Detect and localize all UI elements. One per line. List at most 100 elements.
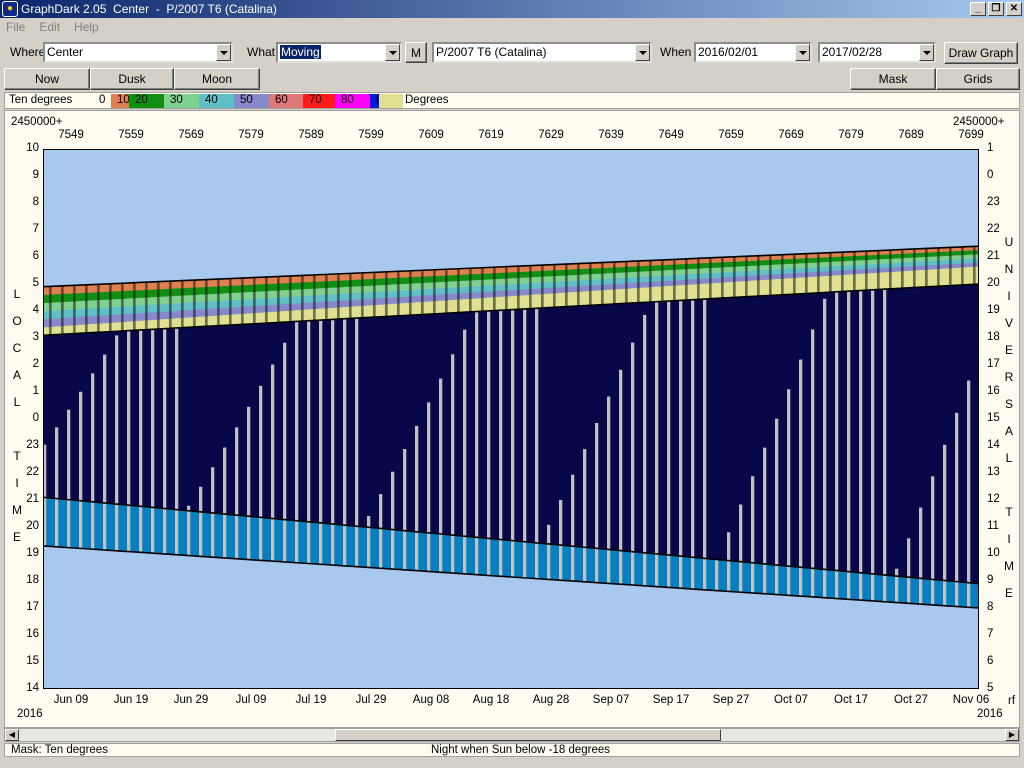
top-tick-label: 7699 [958,129,984,141]
where-select[interactable]: Center [43,42,233,63]
altitude-bar [139,282,146,292]
mask-button[interactable]: Mask [850,68,936,90]
stripe-bar [397,271,400,316]
chevron-down-icon[interactable] [919,44,934,61]
scroll-left-icon[interactable]: ◀ [5,729,19,741]
twilight-bar [421,532,428,572]
plot-canvas[interactable] [43,149,979,689]
moonlit-bar [475,311,479,575]
start-date-select[interactable]: 2016/02/01 [694,42,812,63]
where-label: Where [10,45,46,59]
night-bar [541,307,548,544]
twilight-bar [901,577,908,604]
horizontal-scrollbar[interactable]: ◀ ▶ [4,728,1020,742]
moonlit-bar [943,444,947,606]
left-tick-label: 15 [26,655,39,667]
legend-swatch: 80 [335,94,370,108]
night-bar [817,292,824,570]
axis-title-letter: I [1007,532,1011,546]
stripe-bar [745,256,748,297]
moonlit-bar [271,364,275,562]
twilight-bar [709,559,716,591]
moonlit-bar [487,310,491,576]
moonlit-bar [391,471,395,570]
chevron-down-icon[interactable] [635,44,650,61]
altitude-bar [787,278,794,295]
altitude-bar [67,285,74,295]
night-bar [73,333,80,501]
moon-button[interactable]: Moon [174,68,260,90]
status-bar: Mask: Ten degrees Night when Sun below -… [4,743,1020,757]
night-bar [925,286,932,580]
chevron-down-icon[interactable] [216,44,231,61]
moonlit-bar [775,418,779,595]
stripe-bar [889,249,892,289]
stripe-bar [865,250,868,290]
object-select[interactable]: P/2007 T6 (Catalina) [432,42,652,63]
twilight-bar [133,505,140,552]
axis-title-letter: L [13,287,21,301]
night-bar [697,299,704,559]
stripe-bar [433,269,436,314]
altitude-bar [127,321,134,331]
chevron-down-icon[interactable] [795,44,810,61]
chevron-down-icon[interactable] [385,44,400,61]
night-bar [841,291,848,572]
stripe-bar [901,249,904,288]
dusk-button[interactable]: Dusk [90,68,174,90]
close-button[interactable]: ✕ [1006,2,1022,16]
restore-button[interactable]: ❐ [988,2,1004,16]
moonlit-bar [559,499,563,581]
what-select[interactable]: Moving [276,42,402,63]
twilight-bar [361,526,368,568]
draw-graph-button[interactable]: Draw Graph [944,42,1018,64]
top-tick-label: 7619 [478,129,504,141]
menu-help[interactable]: Help [74,20,99,34]
twilight-bar [193,511,200,556]
altitude-bar [103,284,110,294]
right-corner-label: rf [1008,695,1016,707]
night-bar [199,326,206,512]
minimize-button[interactable]: _ [970,2,986,16]
twilight-bar [169,509,176,555]
altitude-bar [199,316,206,327]
scroll-thumb[interactable] [335,729,721,741]
menu-edit[interactable]: Edit [39,20,60,34]
end-date-select[interactable]: 2017/02/28 [818,42,936,63]
twilight-bar [817,569,824,598]
legend-swatch-label: 20 [135,94,148,106]
legend-swatch-label [379,94,385,106]
axis-title-letter: E [1004,586,1013,600]
axis-title-letter: L [13,395,21,409]
night-bar [589,305,596,549]
moonlit-bar [187,505,191,556]
visibility-plot[interactable] [43,149,979,689]
moonlit-bar [535,308,539,579]
twilight-bar [253,516,260,560]
moonlit-bar [151,329,155,554]
twilight-bar [265,517,272,561]
moonlit-bar [631,342,635,586]
scroll-right-icon[interactable]: ▶ [1005,729,1019,741]
twilight-bar [229,514,236,559]
twilight-bar [373,527,380,568]
stripe-bar [217,279,220,326]
right-tick-label: 10 [987,547,1000,559]
bottom-tick-label: Sep 17 [652,694,690,706]
top-tick-label: 7599 [358,129,384,141]
m-button[interactable]: M [405,42,427,63]
menu-file[interactable]: File [6,20,25,34]
twilight-bar [85,501,92,549]
altitude-bar [79,324,86,334]
night-bar [457,312,464,536]
altitude-bar [115,322,122,332]
now-button[interactable]: Now [4,68,90,90]
grids-button[interactable]: Grids [936,68,1020,90]
moonlit-bar [871,289,875,602]
altitude-bar [667,285,674,301]
stripe-bar [229,278,232,326]
altitude-bar [115,283,122,293]
night-bar [613,303,620,551]
twilight-bar [49,497,56,547]
night-bar [865,289,872,574]
